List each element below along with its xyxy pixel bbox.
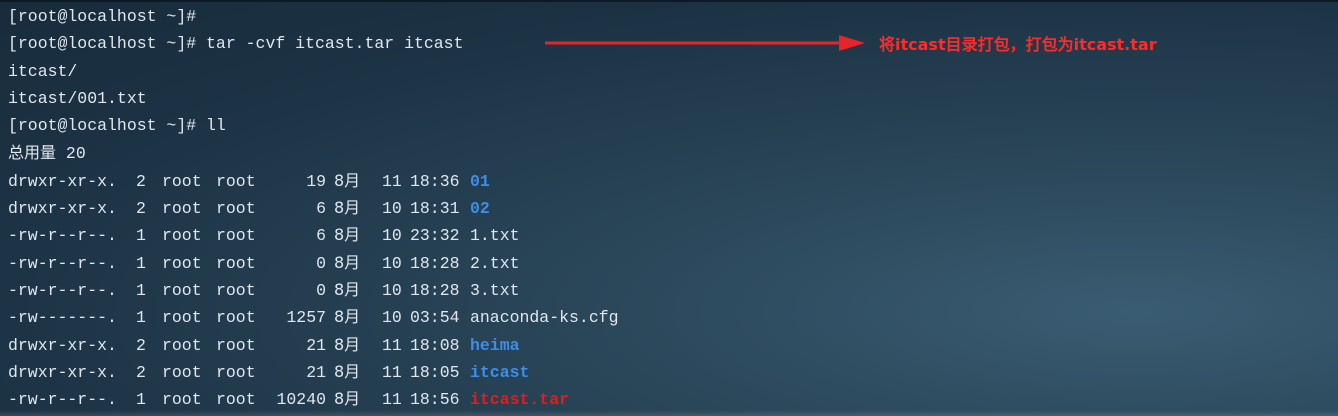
file-size: 6 xyxy=(316,226,326,246)
annotation: 将itcast目录打包，打包为itcast.tar xyxy=(545,30,1157,56)
file-size: 6 xyxy=(316,199,326,219)
file-month: 8月 xyxy=(334,198,361,218)
file-size: 21 xyxy=(306,362,326,382)
listing-row: drwxr-xr-x. 2 root root 21 8月 11 18:08 heima xyxy=(8,331,1338,358)
listing-row: -rw-------. 1 root root 1257 8月 10 03:54 anacond… xyxy=(8,303,1338,330)
file-group: root xyxy=(216,199,256,219)
file-link-count: 1 xyxy=(136,308,146,328)
file-listing: drwxr-xr-x. 2 root root 19 8月 11 18:36 01 drwxr-x… xyxy=(8,167,1338,413)
file-name: 02 xyxy=(470,199,490,219)
file-time: 18:28 xyxy=(410,280,460,300)
file-owner: root xyxy=(162,253,202,273)
file-permissions: -rw-------. xyxy=(8,308,117,328)
screen-bottom-edge xyxy=(0,410,1338,416)
file-owner: root xyxy=(162,335,202,355)
file-permissions: drwxr-xr-x. xyxy=(8,199,117,219)
listing-row: drwxr-xr-x. 2 root root 6 8月 10 18:31 02 xyxy=(8,194,1338,221)
listing-row: -rw-r--r--. 1 root root 0 8月 10 18:28 3.txt xyxy=(8,276,1338,303)
file-link-count: 1 xyxy=(136,280,146,300)
file-time: 23:32 xyxy=(410,226,460,246)
listing-row: -rw-r--r--. 1 root root 6 8月 10 23:32 1.txt xyxy=(8,221,1338,248)
file-month: 8月 xyxy=(334,225,361,245)
file-time: 18:08 xyxy=(410,335,460,355)
total-label: 总用量 xyxy=(8,143,57,163)
file-permissions: drwxr-xr-x. xyxy=(8,335,117,355)
file-name: 2.txt xyxy=(470,253,520,273)
file-time: 18:28 xyxy=(410,253,460,273)
file-time: 18:36 xyxy=(410,171,460,191)
file-day: 11 xyxy=(382,362,402,382)
file-size: 1257 xyxy=(286,308,326,328)
file-name: 3.txt xyxy=(470,280,520,300)
terminal-line: itcast/ xyxy=(8,61,78,81)
file-month: 8月 xyxy=(334,389,361,409)
total-line: 总用量 20 xyxy=(8,139,1338,166)
file-link-count: 1 xyxy=(136,226,146,246)
file-owner: root xyxy=(162,280,202,300)
total-value: 20 xyxy=(65,144,86,164)
file-link-count: 2 xyxy=(136,335,146,355)
terminal-window[interactable]: [root@localhost ~]# [root@localhost ~]# … xyxy=(0,0,1338,416)
file-day: 10 xyxy=(382,199,402,219)
annotation-text: 将itcast目录打包，打包为itcast.tar xyxy=(879,35,1157,54)
file-group: root xyxy=(216,362,256,382)
file-time: 18:31 xyxy=(410,199,460,219)
file-name: 1.txt xyxy=(470,226,520,246)
file-month: 8月 xyxy=(334,279,361,299)
file-owner: root xyxy=(162,308,202,328)
file-day: 11 xyxy=(382,335,402,355)
file-day: 11 xyxy=(382,171,402,191)
arrow-right-icon xyxy=(545,35,865,51)
file-link-count: 2 xyxy=(136,171,146,191)
terminal-line-ll-command: [root@localhost ~]# ll xyxy=(8,116,226,136)
listing-row: -rw-r--r--. 1 root root 0 8月 10 18:28 2.txt xyxy=(8,249,1338,276)
file-name: heima xyxy=(470,335,520,355)
file-name: itcast xyxy=(470,362,530,382)
file-group: root xyxy=(216,280,256,300)
file-day: 10 xyxy=(382,253,402,273)
file-permissions: -rw-r--r--. xyxy=(8,226,117,246)
file-permissions: drwxr-xr-x. xyxy=(8,171,117,191)
file-month: 8月 xyxy=(334,334,361,354)
file-name: 01 xyxy=(470,171,490,191)
file-permissions: -rw-r--r--. xyxy=(8,280,117,300)
file-size: 21 xyxy=(306,335,326,355)
file-group: root xyxy=(216,226,256,246)
file-name: anaconda-ks.cfg xyxy=(470,308,619,328)
file-link-count: 1 xyxy=(136,253,146,273)
file-owner: root xyxy=(162,226,202,246)
file-permissions: drwxr-xr-x. xyxy=(8,362,117,382)
file-group: root xyxy=(216,335,256,355)
file-size: 0 xyxy=(316,280,326,300)
listing-row: drwxr-xr-x. 2 root root 19 8月 11 18:36 01 xyxy=(8,167,1338,194)
file-time: 03:54 xyxy=(410,308,460,328)
file-group: root xyxy=(216,308,256,328)
file-day: 10 xyxy=(382,280,402,300)
file-size: 19 xyxy=(306,171,326,191)
file-time: 18:05 xyxy=(410,362,460,382)
file-month: 8月 xyxy=(334,170,361,190)
terminal-line: [root@localhost ~]# xyxy=(8,7,197,26)
file-size: 0 xyxy=(316,253,326,273)
listing-row: -rw-r--r--. 1 root root 10240 8月 11 18:56 itcast… xyxy=(8,385,1338,412)
file-owner: root xyxy=(162,362,202,382)
file-month: 8月 xyxy=(334,361,361,381)
file-link-count: 2 xyxy=(136,362,146,382)
file-permissions: -rw-r--r--. xyxy=(8,253,117,273)
terminal-line: itcast/001.txt xyxy=(8,88,147,108)
file-group: root xyxy=(216,253,256,273)
listing-row: drwxr-xr-x. 2 root root 21 8月 11 18:05 itcast xyxy=(8,358,1338,385)
file-day: 10 xyxy=(382,308,402,328)
file-month: 8月 xyxy=(334,307,361,327)
file-month: 8月 xyxy=(334,252,361,272)
file-group: root xyxy=(216,171,256,191)
file-owner: root xyxy=(162,199,202,219)
file-owner: root xyxy=(162,171,202,191)
file-link-count: 2 xyxy=(136,199,146,219)
file-day: 10 xyxy=(382,226,402,246)
